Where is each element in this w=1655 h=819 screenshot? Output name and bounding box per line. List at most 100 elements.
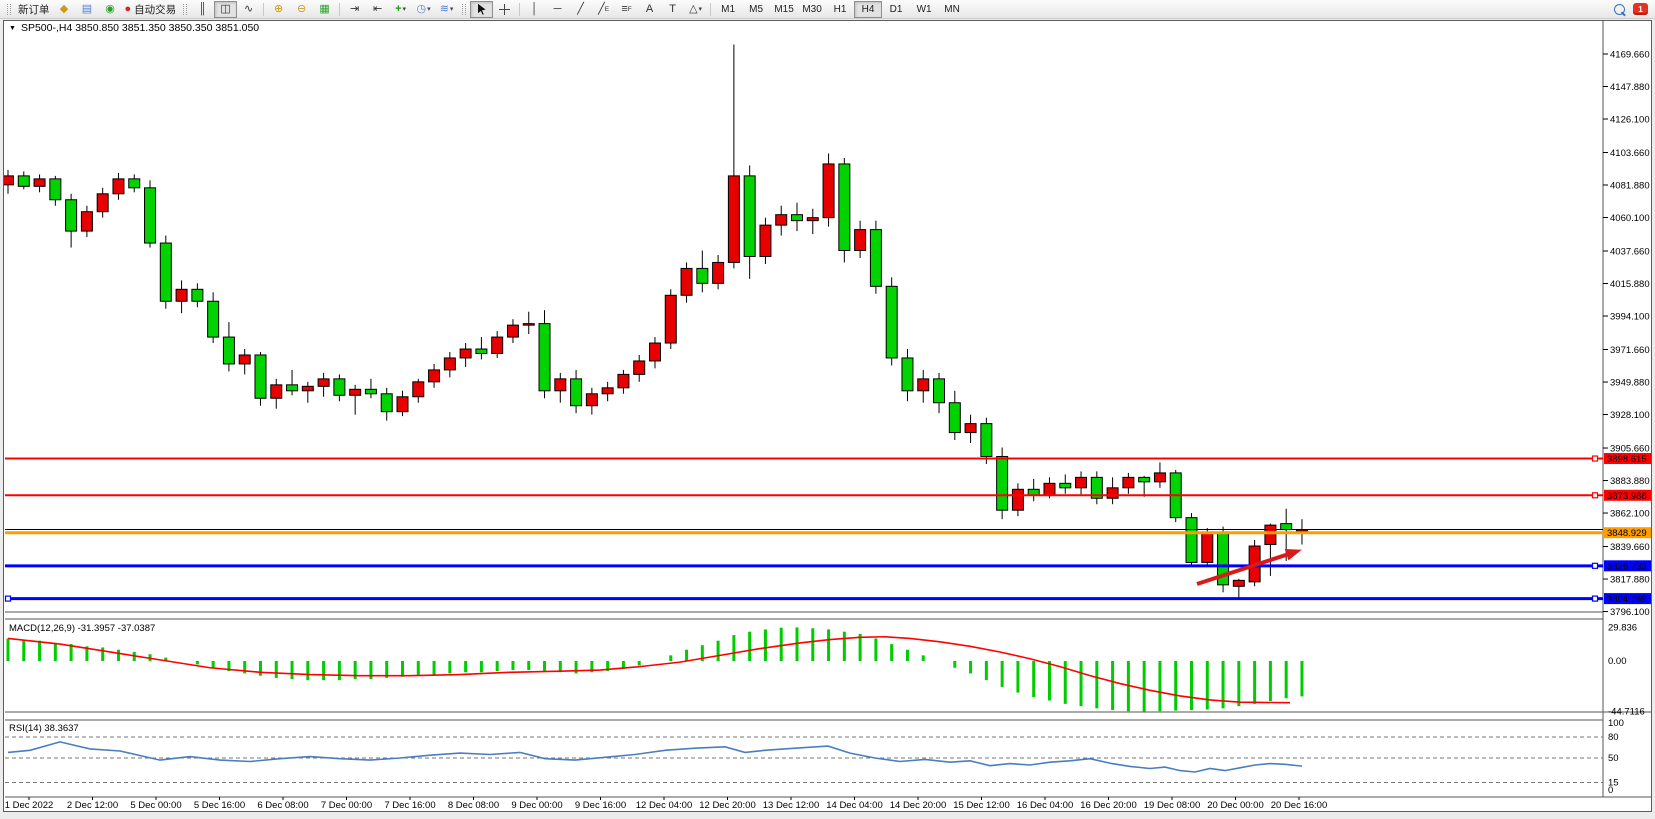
candle [728, 45, 739, 269]
tile-windows-button[interactable]: ▦ [313, 1, 336, 18]
auto-scroll-button[interactable]: ⇥ [343, 1, 366, 18]
text-tool-button[interactable]: A [638, 1, 661, 18]
autotrade-button[interactable]: ● 自动交易 [122, 1, 180, 18]
time-tick-label: 13 Dec 12:00 [763, 800, 820, 811]
candle [649, 337, 660, 368]
macd-pane[interactable]: MACD(12,26,9) -31.3957 -37.038729.8360.0… [8, 622, 1645, 717]
horizontal-line-button[interactable]: ─ [546, 1, 569, 18]
candle [176, 280, 187, 313]
candle-body-down [981, 424, 992, 457]
time-tick-label: 7 Dec 16:00 [384, 800, 435, 811]
line-chart-button[interactable]: ∿ [237, 1, 260, 18]
crosshair-button[interactable] [493, 1, 516, 18]
candle [1107, 477, 1118, 504]
candle [239, 349, 250, 374]
publish-chart-button[interactable]: ▤ [76, 1, 99, 18]
pane-splitter[interactable] [5, 713, 1603, 719]
line-handle[interactable] [1593, 563, 1598, 568]
price-tick-label: 4037.660 [1610, 247, 1650, 258]
notifications-badge[interactable]: 1 [1633, 3, 1648, 15]
candle [902, 349, 913, 401]
shapes-icon: △ [689, 4, 697, 15]
macd-label: MACD(12,26,9) -31.3957 -37.0387 [9, 623, 155, 634]
rsi-pane[interactable]: RSI(14) 38.36371008050150 [5, 718, 1624, 796]
candle [50, 176, 61, 206]
shapes-button[interactable]: △▾ [684, 1, 707, 18]
candle-body-up [81, 212, 92, 231]
price-tick-label: 3994.100 [1610, 312, 1650, 323]
price-tick-label: 3949.880 [1610, 378, 1650, 389]
candle [271, 379, 282, 409]
candle [1233, 579, 1244, 600]
line-handle[interactable] [6, 596, 11, 601]
bar-chart-button[interactable]: ║ [191, 1, 214, 18]
horizontal-line-3826.733[interactable] [5, 563, 1603, 568]
candle [81, 206, 92, 237]
zoom-in-icon: ⊕ [274, 4, 283, 15]
candle-body-up [918, 379, 929, 391]
new-chart-button[interactable]: ◆ [53, 1, 76, 18]
timeframe-mn-button[interactable]: MN [938, 1, 966, 18]
timeframe-h4-button[interactable]: H4 [854, 1, 882, 18]
horizontal-line-3873.988[interactable] [5, 493, 1603, 498]
candle-body-down [539, 324, 550, 391]
templates-button[interactable]: ≋▾ [435, 1, 458, 18]
time-tick-label: 20 Dec 16:00 [1271, 800, 1328, 811]
label-tool-button[interactable]: T [661, 1, 684, 18]
label-tool-icon: T [669, 4, 676, 15]
line-handle[interactable] [1593, 493, 1598, 498]
time-axis[interactable]: 1 Dec 20222 Dec 12:005 Dec 00:005 Dec 16… [5, 797, 1328, 811]
trendline-button[interactable]: ╱ [569, 1, 592, 18]
candle [665, 289, 676, 349]
timeframe-m1-button[interactable]: M1 [714, 1, 742, 18]
candle-body-down [1139, 477, 1150, 481]
horizontal-line-3804.769[interactable] [5, 596, 1603, 601]
signals-button[interactable]: ◉ [99, 1, 122, 18]
timeframe-m5-button[interactable]: M5 [742, 1, 770, 18]
trendline-icon: ╱ [577, 4, 584, 15]
zoom-out-button[interactable]: ⊖ [290, 1, 313, 18]
fibonacci-button[interactable]: ≡F [615, 1, 638, 18]
candle-body-up [34, 179, 45, 186]
timeframe-d1-button[interactable]: D1 [882, 1, 910, 18]
search-icon[interactable] [1614, 4, 1625, 15]
new-order-button[interactable]: 新订单 [15, 1, 53, 18]
price-axis[interactable]: 4169.6604147.8804126.1004103.6604081.880… [1603, 50, 1651, 619]
zoom-in-button[interactable]: ⊕ [267, 1, 290, 18]
candle-body-down [160, 243, 171, 301]
horizontal-line-3898.615[interactable] [5, 456, 1603, 461]
candle-body-up [855, 230, 866, 251]
candle [681, 262, 692, 302]
candlestick-button[interactable]: ◫ [214, 1, 237, 18]
toolbar-grip[interactable] [7, 4, 11, 15]
vertical-line-button[interactable]: │ [523, 1, 546, 18]
candle [476, 337, 487, 359]
chart-title-bar[interactable]: ▼ SP500-,H4 3850.850 3851.350 3850.350 3… [9, 22, 259, 34]
channel-sub-label: E [605, 6, 609, 13]
rsi-axis-label: 50 [1608, 753, 1619, 764]
candle-body-up [507, 325, 518, 337]
candle-body-up [1044, 483, 1055, 495]
collapse-arrow-icon[interactable]: ▼ [9, 25, 16, 32]
gold-chart-icon: ◆ [60, 4, 68, 15]
chevron-down-icon: ▾ [699, 5, 703, 13]
channel-button[interactable]: ╱E [592, 1, 615, 18]
line-handle[interactable] [1593, 456, 1598, 461]
timeframe-m15-button[interactable]: M15 [770, 1, 798, 18]
candle [539, 310, 550, 398]
indicators-button[interactable]: +▾ [389, 1, 412, 18]
cursor-button[interactable] [470, 1, 493, 18]
line-handle[interactable] [1593, 596, 1598, 601]
timeframe-w1-button[interactable]: W1 [910, 1, 938, 18]
toolbar-grip[interactable] [462, 4, 466, 15]
autotrade-label: 自动交易 [134, 2, 176, 17]
pane-splitter[interactable] [5, 613, 1603, 618]
chart-shift-button[interactable]: ⇤ [366, 1, 389, 18]
timeframe-m30-button[interactable]: M30 [798, 1, 826, 18]
vertical-line-icon: │ [531, 4, 538, 15]
timeframe-h1-button[interactable]: H1 [826, 1, 854, 18]
periods-button[interactable]: ◷▾ [412, 1, 435, 18]
chart-canvas[interactable]: 4169.6604147.8804126.1004103.6604081.880… [4, 21, 1651, 811]
toolbar-grip[interactable] [183, 4, 187, 15]
candle [397, 391, 408, 416]
